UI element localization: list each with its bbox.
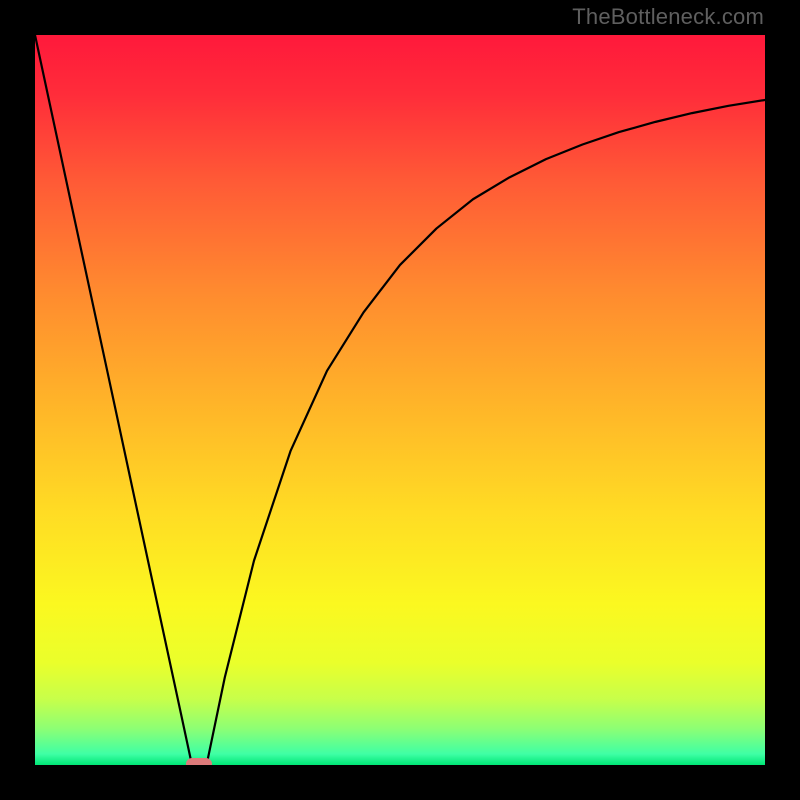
curve-layer	[35, 35, 765, 765]
right-branch-line	[207, 100, 765, 765]
watermark-text: TheBottleneck.com	[572, 4, 764, 30]
left-branch-line	[35, 35, 192, 765]
optimal-marker	[186, 758, 212, 765]
chart-frame: TheBottleneck.com	[0, 0, 800, 800]
plot-area	[35, 35, 765, 765]
